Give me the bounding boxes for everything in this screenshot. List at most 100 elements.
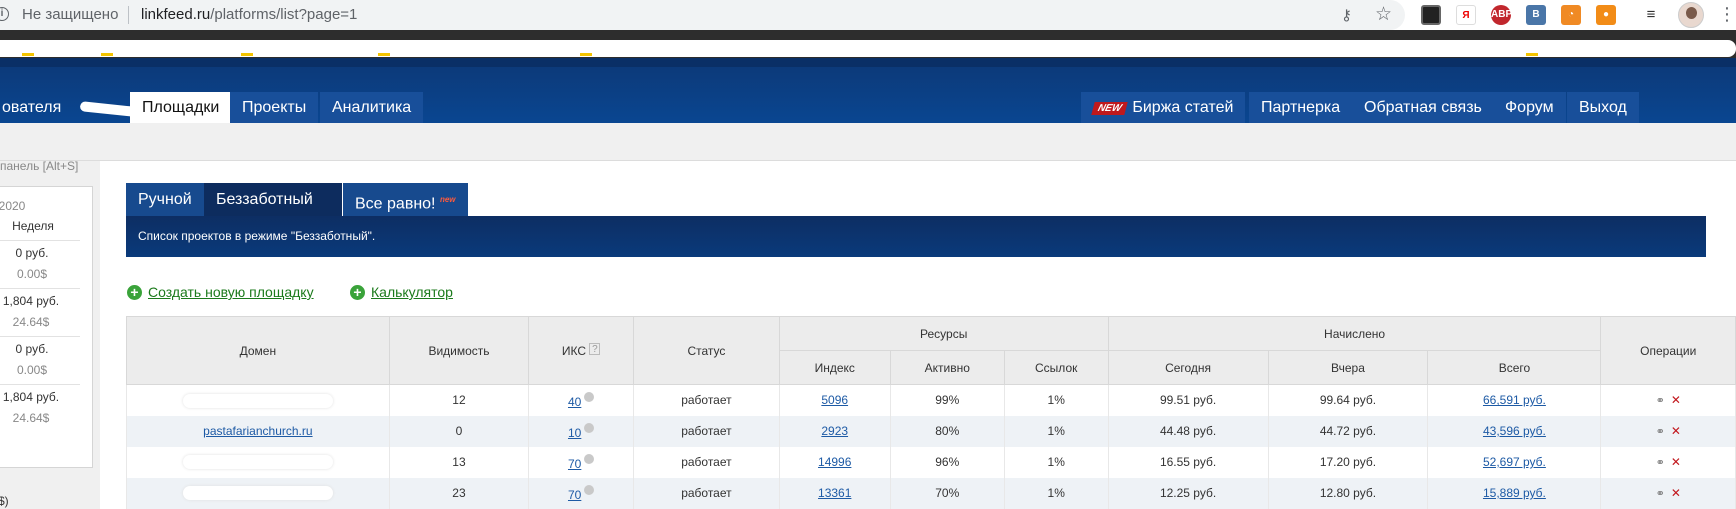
- sidebar-rub: 1,804 руб.: [2, 390, 60, 404]
- index-cell: 5096: [778, 384, 891, 416]
- col-iks[interactable]: ИКС ?: [528, 316, 635, 385]
- nav-item-logout[interactable]: Выход: [1567, 92, 1639, 123]
- link-icon[interactable]: ⚭: [1656, 457, 1665, 469]
- create-platform-link[interactable]: Создать новую площадку: [148, 284, 314, 300]
- iks-info-icon[interactable]: [584, 453, 595, 464]
- links-cell: 1%: [1003, 415, 1109, 447]
- total-link[interactable]: 43,596 руб.: [1483, 424, 1546, 438]
- today-cell: 99.51 руб.: [1107, 384, 1269, 416]
- total-link[interactable]: 52,697 руб.: [1483, 455, 1546, 469]
- yandex-icon[interactable]: Я: [1456, 5, 1476, 25]
- table-row: pastafarianchurch.ru 0 10 работает 2923 …: [126, 415, 1736, 447]
- nav-item-article-exchange[interactable]: NEW Биржа статей: [1081, 92, 1246, 123]
- iks-link[interactable]: 10: [568, 426, 581, 440]
- col-visibility[interactable]: Видимость: [388, 316, 530, 385]
- platforms-table: Домен Видимость ИКС ? Статус Ресурсы Нач…: [126, 316, 1736, 509]
- bookmarks-bar-items: [0, 40, 1736, 57]
- delete-icon[interactable]: ✕: [1671, 393, 1681, 407]
- col-today[interactable]: Сегодня: [1107, 350, 1269, 385]
- nav-item-forum[interactable]: Форум: [1493, 92, 1566, 123]
- today-cell: 16.55 руб.: [1107, 446, 1269, 478]
- col-links[interactable]: Ссылок: [1003, 350, 1109, 385]
- index-link[interactable]: 14996: [818, 455, 851, 469]
- nav-item-projects[interactable]: Проекты: [230, 92, 319, 123]
- sidebar-hint[interactable]: панель [Alt+S]: [0, 159, 78, 173]
- delete-icon[interactable]: ✕: [1671, 486, 1681, 500]
- reading-list-icon[interactable]: ≡: [1641, 5, 1661, 25]
- status-cell: работает: [633, 477, 780, 509]
- bookmark-star-icon[interactable]: ☆: [1375, 3, 1392, 26]
- info-icon[interactable]: i: [0, 7, 9, 21]
- col-status[interactable]: Статус: [633, 316, 780, 385]
- vk-icon[interactable]: B: [1526, 5, 1546, 25]
- redacted-domain: [182, 455, 333, 470]
- tab-whatever[interactable]: Все равно! new: [343, 183, 468, 216]
- today-cell: 44.48 руб.: [1107, 415, 1269, 447]
- yesterday-cell: 44.72 руб.: [1267, 415, 1429, 447]
- index-cell: 14996: [778, 446, 891, 478]
- today-cell: 12.25 руб.: [1107, 477, 1269, 509]
- bookmark-folder-icon[interactable]: [1526, 53, 1538, 56]
- index-link[interactable]: 13361: [818, 486, 851, 500]
- iks-info-icon[interactable]: [584, 484, 595, 495]
- col-total[interactable]: Всего: [1427, 350, 1602, 385]
- col-ops: Операции: [1600, 316, 1736, 385]
- delete-icon[interactable]: ✕: [1671, 455, 1681, 469]
- iks-link[interactable]: 70: [568, 457, 581, 471]
- link-icon[interactable]: ⚭: [1656, 426, 1665, 438]
- yesterday-cell: 12.80 руб.: [1267, 477, 1429, 509]
- index-link[interactable]: 2923: [821, 424, 848, 438]
- col-group-accrued: Начислено: [1107, 316, 1602, 351]
- nav-item-platforms[interactable]: Площадки: [130, 92, 232, 123]
- ops-cell: ⚭ ✕: [1600, 415, 1736, 447]
- key-icon[interactable]: ⚷: [1341, 6, 1352, 24]
- nav-item-feedback[interactable]: Обратная связь: [1352, 92, 1494, 123]
- total-link[interactable]: 66,591 руб.: [1483, 393, 1546, 407]
- domain-cell[interactable]: [126, 446, 390, 478]
- table-row: 13 70 работает 14996 96% 1% 16.55 руб. 1…: [126, 446, 1736, 478]
- help-icon[interactable]: ?: [589, 343, 601, 355]
- domain-cell[interactable]: [126, 384, 390, 416]
- bookmark-folder-icon[interactable]: [101, 53, 113, 56]
- iks-info-icon[interactable]: [584, 422, 595, 433]
- col-index[interactable]: Индекс: [778, 350, 891, 385]
- tab-carefree[interactable]: Беззаботный: [204, 183, 342, 216]
- index-link[interactable]: 5096: [821, 393, 848, 407]
- url-text[interactable]: linkfeed.ru/platforms/list?page=1: [141, 6, 357, 23]
- iks-link[interactable]: 40: [568, 395, 581, 409]
- add-icon[interactable]: +: [350, 285, 365, 300]
- active-cell: 70%: [889, 477, 1005, 509]
- security-label[interactable]: Не защищено: [22, 6, 118, 23]
- bookmark-folder-icon[interactable]: [378, 53, 390, 56]
- nav-item-analytics[interactable]: Аналитика: [320, 92, 424, 123]
- col-domain[interactable]: Домен: [126, 316, 390, 385]
- col-yesterday[interactable]: Вчера: [1267, 350, 1429, 385]
- add-icon[interactable]: +: [127, 285, 142, 300]
- active-cell: 99%: [889, 384, 1005, 416]
- domain-link[interactable]: pastafarianchurch.ru: [203, 424, 312, 438]
- tab-manual[interactable]: Ручной: [126, 183, 205, 216]
- nav-item-partial[interactable]: ователя: [0, 92, 73, 123]
- abp-icon[interactable]: ABP: [1491, 5, 1512, 25]
- domain-cell[interactable]: [126, 477, 390, 509]
- menu-icon[interactable]: ⋮: [1718, 4, 1736, 25]
- links-cell: 1%: [1003, 446, 1109, 478]
- rss-icon[interactable]: ◔: [1561, 5, 1581, 25]
- extension-icon[interactable]: [1421, 5, 1441, 25]
- col-active[interactable]: Активно: [889, 350, 1005, 385]
- nav-item-partner[interactable]: Партнерка: [1249, 92, 1353, 123]
- link-icon[interactable]: ⚭: [1656, 395, 1665, 407]
- redacted-domain: [182, 486, 333, 501]
- bookmark-folder-icon[interactable]: [22, 53, 34, 56]
- total-link[interactable]: 15,889 руб.: [1483, 486, 1546, 500]
- bookmark-folder-icon[interactable]: [241, 53, 253, 56]
- calculator-link[interactable]: Калькулятор: [371, 284, 453, 300]
- iks-link[interactable]: 70: [568, 488, 581, 502]
- ok-icon[interactable]: ●: [1596, 5, 1616, 25]
- avatar[interactable]: [1678, 2, 1704, 28]
- iks-info-icon[interactable]: [584, 391, 595, 402]
- link-icon[interactable]: ⚭: [1656, 488, 1665, 500]
- bookmark-folder-icon[interactable]: [580, 53, 592, 56]
- delete-icon[interactable]: ✕: [1671, 424, 1681, 438]
- omnibox[interactable]: i Не защищено linkfeed.ru/platforms/list…: [0, 0, 1405, 30]
